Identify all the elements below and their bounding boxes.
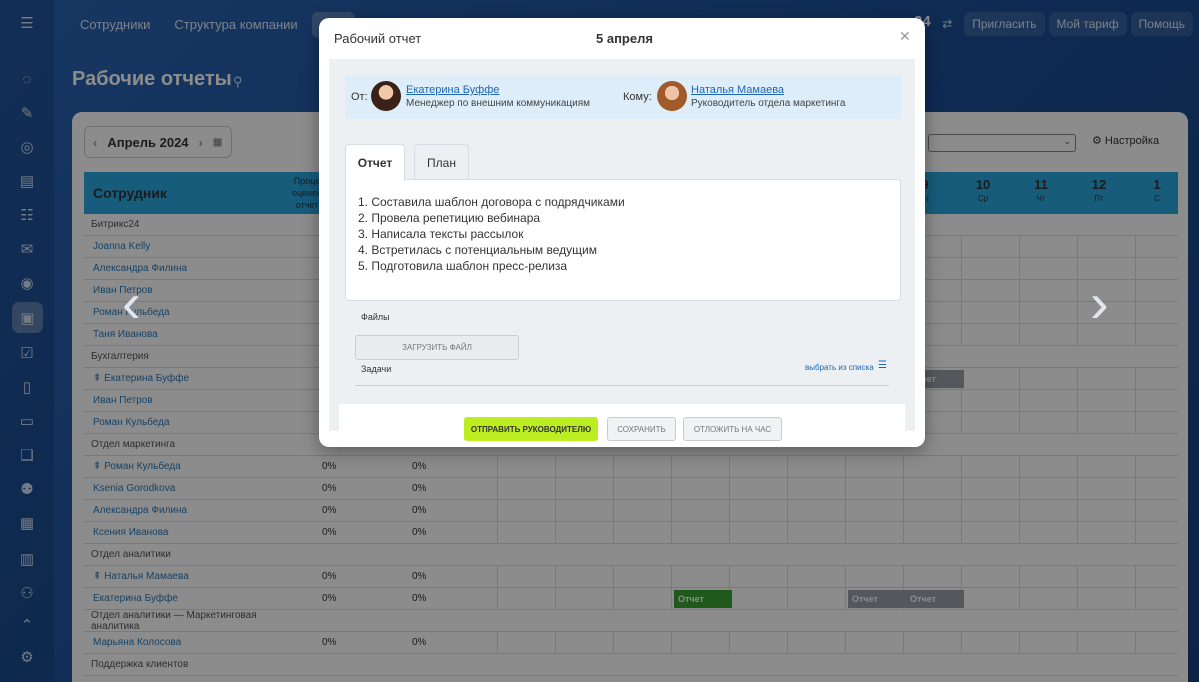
avatar[interactable] [371, 81, 401, 111]
from-name-link[interactable]: Екатерина Буффе [406, 84, 499, 96]
avatar[interactable] [657, 81, 687, 111]
report-line: 4. Встретилась с потенциальным ведущим [358, 243, 597, 257]
report-line: 3. Написала тексты рассылок [358, 227, 524, 241]
to-label: Кому: [623, 91, 652, 103]
close-icon[interactable]: ✕ [899, 28, 911, 45]
work-report-modal: Рабочий отчет 5 апреля ✕ От: Екатерина Б… [319, 18, 925, 447]
report-text[interactable]: 1. Составила шаблон договора с подрядчик… [345, 179, 901, 301]
tab-plan[interactable]: План [414, 144, 469, 180]
list-icon[interactable]: ☰ [878, 360, 887, 371]
report-line: 1. Составила шаблон договора с подрядчик… [358, 195, 625, 209]
save-button[interactable]: СОХРАНИТЬ [607, 417, 676, 441]
report-line: 2. Провела репетицию вебинара [358, 211, 541, 225]
report-line: 5. Подготовила шаблон пресс-релиза [358, 259, 568, 273]
pick-from-list-link[interactable]: выбрать из списка [805, 363, 874, 372]
modal-date: 5 апреля [596, 31, 653, 46]
modal-title: Рабочий отчет [334, 31, 422, 46]
tasks-label: Задачи [361, 364, 392, 374]
tab-report[interactable]: Отчет [345, 144, 405, 181]
modal-footer: ОТПРАВИТЬ РУКОВОДИТЕЛЮ СОХРАНИТЬ ОТЛОЖИТ… [339, 404, 905, 447]
postpone-button[interactable]: ОТЛОЖИТЬ НА ЧАС [683, 417, 782, 441]
from-role: Менеджер по внешним коммуникациям [406, 98, 591, 109]
from-to-block: От: Екатерина Буффе Менеджер по внешним … [345, 75, 901, 119]
prev-arrow-icon[interactable]: ‹ [122, 270, 141, 335]
tasks-divider [355, 385, 889, 386]
to-name-link[interactable]: Наталья Мамаева [691, 84, 784, 96]
upload-file-button[interactable]: ЗАГРУЗИТЬ ФАЙЛ [355, 335, 519, 360]
from-label: От: [351, 91, 368, 103]
send-to-manager-button[interactable]: ОТПРАВИТЬ РУКОВОДИТЕЛЮ [464, 417, 598, 441]
to-role: Руководитель отдела маркетинга [691, 98, 846, 109]
files-label: Файлы [361, 312, 390, 322]
modal-body: От: Екатерина Буффе Менеджер по внешним … [329, 59, 915, 447]
next-arrow-icon[interactable]: › [1090, 270, 1109, 335]
